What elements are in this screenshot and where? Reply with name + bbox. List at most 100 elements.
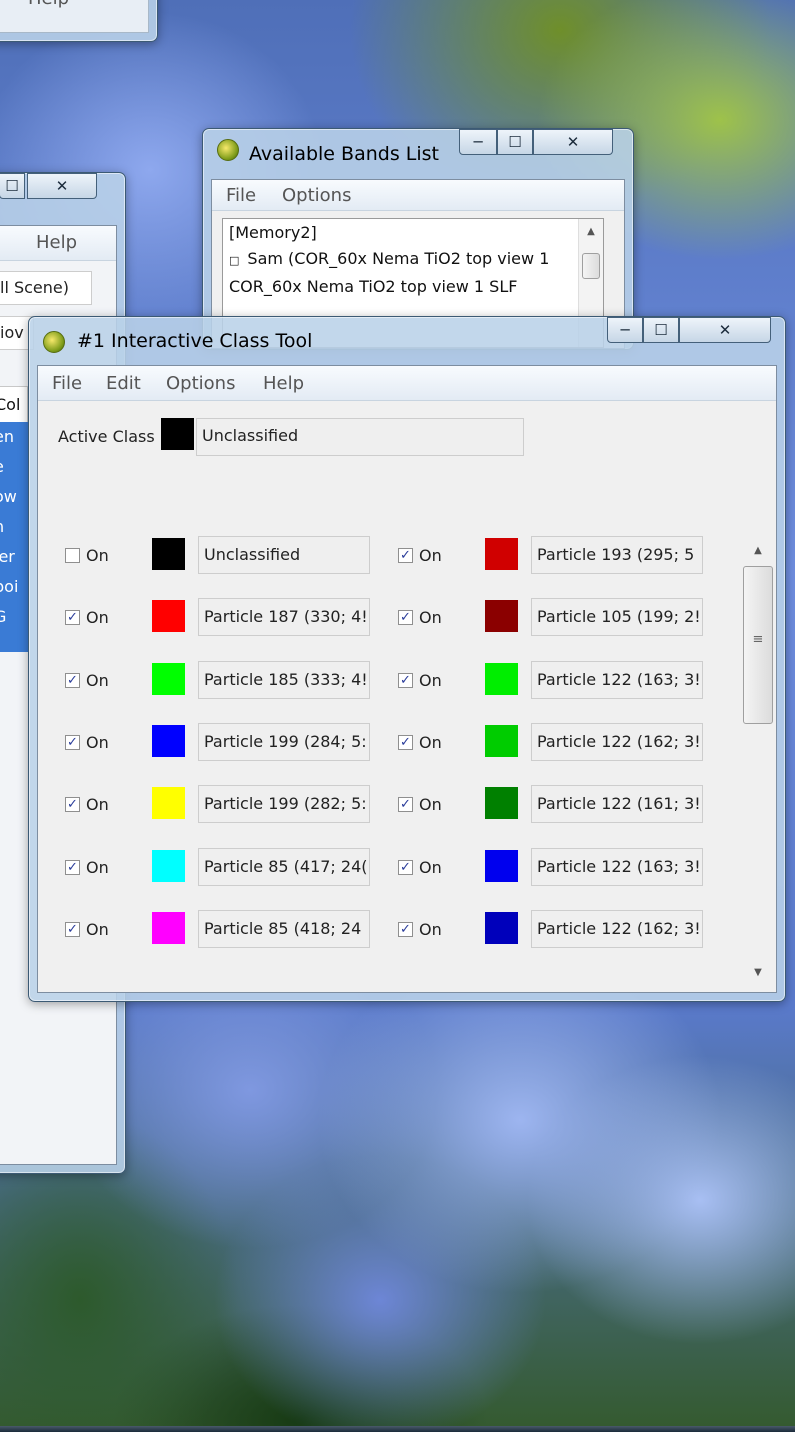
tree-item-memory[interactable]: [Memory2] (229, 223, 317, 242)
class-on-checkbox[interactable]: ✓ (398, 860, 413, 875)
list-item[interactable]: n (0, 512, 28, 542)
class-name-field[interactable]: Particle 199 (284; 5: (198, 723, 370, 761)
class-on-label[interactable]: On (419, 795, 442, 814)
class-name-field[interactable]: Particle 122 (161; 3! (531, 785, 703, 823)
class-on-label[interactable]: On (86, 608, 109, 627)
class-color-swatch[interactable] (152, 538, 185, 570)
menu-options[interactable]: Options (166, 373, 235, 394)
class-name-field[interactable]: Particle 85 (417; 24( (198, 848, 370, 886)
minimize-button[interactable]: ─ (459, 129, 497, 155)
list-item[interactable]: poi (0, 572, 28, 602)
maximize-button[interactable]: ☐ (643, 317, 679, 343)
class-on-checkbox[interactable] (65, 548, 80, 563)
tree-item-sam[interactable]: □ Sam (COR_60x Nema TiO2 top view 1 (229, 249, 549, 268)
scroll-up-icon[interactable]: ▲ (579, 223, 603, 241)
class-on-checkbox[interactable]: ✓ (65, 860, 80, 875)
class-color-swatch[interactable] (485, 538, 518, 570)
class-color-swatch[interactable] (152, 850, 185, 882)
class-on-checkbox[interactable]: ✓ (398, 922, 413, 937)
class-on-checkbox[interactable]: ✓ (398, 610, 413, 625)
check-icon: ✓ (400, 860, 411, 875)
titlebar[interactable]: Available Bands List ─ ☐ ✕ (203, 129, 633, 167)
menu-edit[interactable]: Edit (106, 373, 141, 394)
class-name-field[interactable]: Unclassified (198, 536, 370, 574)
list-item[interactable]: ow (0, 482, 28, 512)
scene-field[interactable]: ll Scene) (0, 271, 92, 305)
maximize-button[interactable]: ☐ (497, 129, 533, 155)
list-item[interactable]: G (0, 602, 28, 632)
minimize-button[interactable]: ─ (607, 317, 643, 343)
class-name-field[interactable]: Particle 193 (295; 5 (531, 536, 703, 574)
class-name-field[interactable]: Particle 105 (199; 2! (531, 598, 703, 636)
list-item[interactable]: en (0, 422, 28, 452)
scrollbar-thumb[interactable] (582, 253, 600, 279)
class-on-checkbox[interactable]: ✓ (65, 735, 80, 750)
tree-item-slf[interactable]: COR_60x Nema TiO2 top view 1 SLF (229, 277, 517, 296)
class-color-swatch[interactable] (152, 725, 185, 757)
class-color-swatch[interactable] (152, 912, 185, 944)
scroll-up-icon[interactable]: ▲ (740, 542, 776, 560)
class-on-checkbox[interactable]: ✓ (398, 673, 413, 688)
class-on-checkbox[interactable]: ✓ (398, 797, 413, 812)
grip-icon: ≡ (752, 632, 764, 647)
app-icon (217, 139, 239, 161)
class-on-label[interactable]: On (86, 671, 109, 690)
class-on-label[interactable]: On (86, 858, 109, 877)
class-on-checkbox[interactable]: ✓ (65, 673, 80, 688)
class-on-label[interactable]: On (419, 608, 442, 627)
close-icon: ✕ (55, 177, 69, 195)
class-color-swatch[interactable] (485, 912, 518, 944)
scroll-down-icon[interactable]: ▼ (740, 964, 776, 982)
tree-expander-icon[interactable]: □ (229, 254, 239, 267)
class-name-field[interactable]: Particle 187 (330; 4! (198, 598, 370, 636)
class-on-checkbox[interactable]: ✓ (65, 922, 80, 937)
menu-file[interactable]: File (52, 373, 82, 394)
class-on-label[interactable]: On (419, 546, 442, 565)
class-on-label[interactable]: On (419, 671, 442, 690)
class-on-label[interactable]: On (419, 920, 442, 939)
titlebar[interactable]: #1 Interactive Class Tool ─ ☐ ✕ (29, 317, 785, 363)
class-on-label[interactable]: On (86, 795, 109, 814)
check-icon: ✓ (400, 735, 411, 750)
menu-help[interactable]: Help (263, 373, 304, 394)
class-on-label[interactable]: On (86, 920, 109, 939)
class-name-field[interactable]: Particle 185 (333; 4! (198, 661, 370, 699)
close-button[interactable]: ✕ (533, 129, 613, 155)
class-name-field[interactable]: Particle 122 (162; 3! (531, 910, 703, 948)
menu-file[interactable]: File (226, 185, 256, 206)
class-name-field[interactable]: Particle 85 (418; 24 (198, 910, 370, 948)
class-on-label[interactable]: On (86, 546, 109, 565)
list-item[interactable]: jer (0, 542, 28, 572)
check-icon: ✓ (67, 922, 78, 937)
class-name-field[interactable]: Particle 122 (163; 3! (531, 848, 703, 886)
class-name-field[interactable]: Particle 199 (282; 5: (198, 785, 370, 823)
class-on-checkbox[interactable]: ✓ (65, 610, 80, 625)
class-on-checkbox[interactable]: ✓ (65, 797, 80, 812)
menu-help[interactable]: Help (28, 0, 69, 9)
menu-help[interactable]: Help (36, 232, 77, 253)
menu-options[interactable]: Options (282, 185, 351, 206)
class-color-swatch[interactable] (152, 663, 185, 695)
maximize-button[interactable]: ☐ (0, 173, 25, 199)
class-on-checkbox[interactable]: ✓ (398, 548, 413, 563)
close-button[interactable]: ✕ (27, 173, 97, 199)
class-name-field[interactable]: Particle 122 (162; 3! (531, 723, 703, 761)
class-color-swatch[interactable] (152, 787, 185, 819)
class-name-field[interactable]: Particle 122 (163; 3! (531, 661, 703, 699)
class-list-scrollbar[interactable]: ▲ ≡ ▼ (740, 536, 776, 986)
active-class-swatch[interactable] (161, 418, 194, 450)
class-color-swatch[interactable] (485, 725, 518, 757)
tree-item-label: Sam (COR_60x Nema TiO2 top view 1 (247, 249, 550, 268)
class-color-swatch[interactable] (152, 600, 185, 632)
class-color-swatch[interactable] (485, 663, 518, 695)
class-color-swatch[interactable] (485, 787, 518, 819)
class-color-swatch[interactable] (485, 600, 518, 632)
class-color-swatch[interactable] (485, 850, 518, 882)
class-on-label[interactable]: On (419, 733, 442, 752)
close-button[interactable]: ✕ (679, 317, 771, 343)
background-window-top-client: Help (0, 0, 149, 33)
class-on-label[interactable]: On (419, 858, 442, 877)
list-item[interactable]: e (0, 452, 28, 482)
class-on-label[interactable]: On (86, 733, 109, 752)
class-on-checkbox[interactable]: ✓ (398, 735, 413, 750)
